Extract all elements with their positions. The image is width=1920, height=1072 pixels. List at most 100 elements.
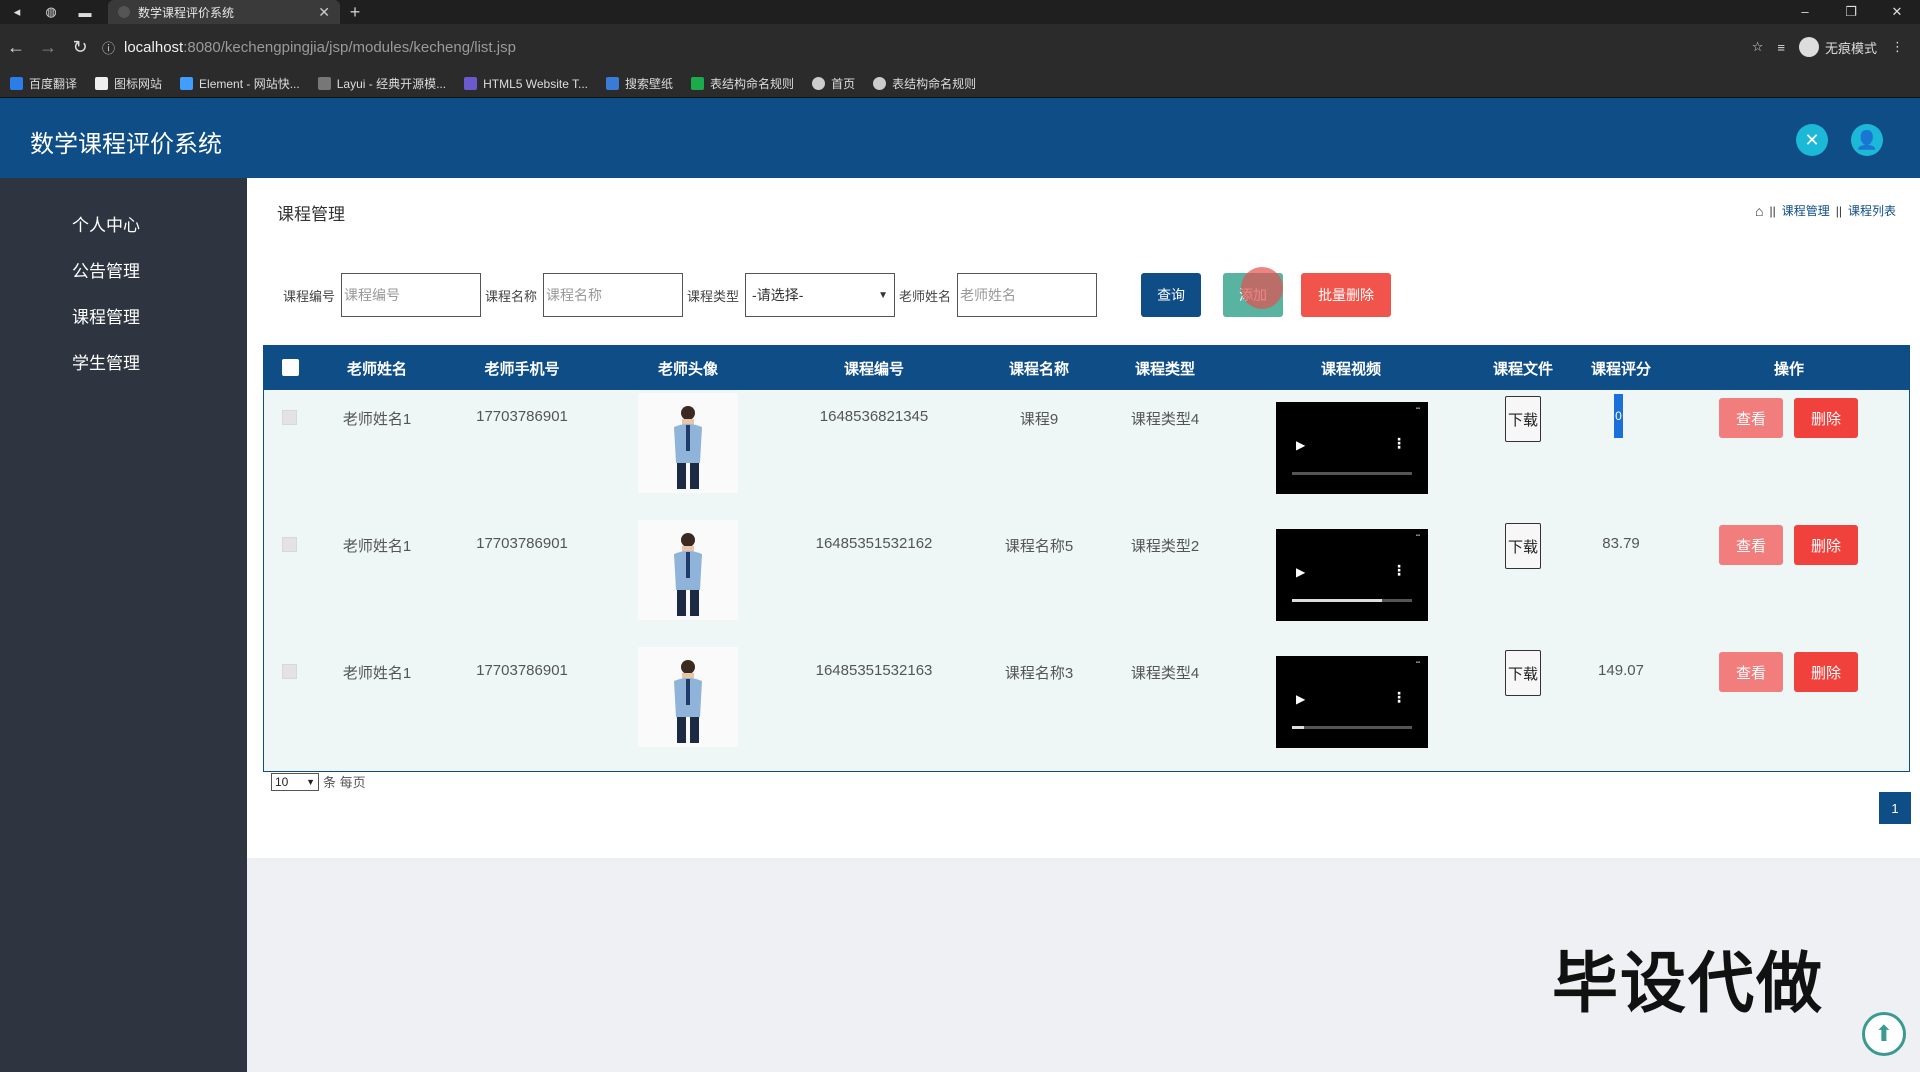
breadcrumb-item[interactable]: 课程管理 <box>1782 202 1830 219</box>
video-progress-bar[interactable] <box>1292 599 1412 602</box>
view-button[interactable]: 查看 <box>1719 398 1783 438</box>
sidebar-item-course-management[interactable]: 课程管理 <box>72 303 140 328</box>
element-icon <box>180 77 194 90</box>
table-row: 老师姓名1 17703786901 16485351532163 课程名称3 课… <box>264 644 1909 771</box>
teacher-name-cell: 老师姓名1 <box>342 411 412 428</box>
video-menu-icon[interactable]: ⋮ <box>1392 690 1406 704</box>
play-icon[interactable]: ▶ <box>1296 692 1305 706</box>
video-menu-icon[interactable]: ⋮ <box>1392 436 1406 450</box>
teacher-name-cell: 老师姓名1 <box>342 665 412 682</box>
video-status-icon: ▪▪ <box>1415 533 1420 539</box>
view-button[interactable]: 查看 <box>1719 525 1783 565</box>
page-size-control: 10 ▼ 条 每页 <box>271 772 366 791</box>
profile-label: 无痕模式 <box>1824 40 1877 56</box>
teacher-photo-icon <box>674 406 702 489</box>
layui-icon <box>317 77 331 90</box>
teacher-avatar <box>638 647 738 747</box>
home-icon[interactable]: ⌂ <box>1755 203 1763 219</box>
view-button[interactable]: 查看 <box>1719 652 1783 692</box>
site-info-icon[interactable]: ⓘ <box>102 38 124 57</box>
globe-icon <box>812 77 826 90</box>
delete-button[interactable]: 删除 <box>1794 525 1858 565</box>
column-header: 老师姓名 <box>346 361 408 378</box>
fullscreen-toggle-icon[interactable]: ✕ <box>1796 124 1828 156</box>
bookmark-item[interactable]: 表结构命名规则 <box>691 75 794 92</box>
breadcrumb: ⌂ || 课程管理 || 课程列表 <box>1755 202 1896 219</box>
table-row: 老师姓名1 17703786901 16485351532162 课程名称5 课… <box>264 517 1909 644</box>
course-type-select[interactable]: -请选择- ▼ <box>745 273 896 317</box>
video-progress-bar[interactable] <box>1292 726 1412 729</box>
sidebar-item-student-management[interactable]: 学生管理 <box>72 349 140 374</box>
bookmark-item[interactable]: Element - 网站快... <box>180 75 300 92</box>
globe-icon[interactable]: ◍ <box>34 0 68 24</box>
course-name-cell: 课程名称5 <box>1004 538 1074 555</box>
download-button[interactable]: 下载 <box>1505 523 1541 569</box>
course-no-cell: 16485351532162 <box>815 535 933 552</box>
teacher-name-input[interactable]: 老师姓名 <box>957 273 1098 317</box>
flag-icon <box>95 77 109 90</box>
play-icon[interactable]: ▶ <box>1296 438 1305 452</box>
course-video-player[interactable]: ▪▪ ▶ ⋮ <box>1276 402 1428 494</box>
column-header: 课程类型 <box>1134 361 1196 378</box>
course-name-label: 课程名称 <box>485 288 538 304</box>
reload-icon[interactable]: ↻ <box>64 31 96 63</box>
column-header: 课程评分 <box>1590 361 1652 378</box>
course-name-input[interactable]: 课程名称 <box>543 273 684 317</box>
course-video-player[interactable]: ▪▪ ▶ ⋮ <box>1276 529 1428 621</box>
course-type-label: 课程类型 <box>687 288 740 304</box>
video-menu-icon[interactable]: ⋮ <box>1392 563 1406 577</box>
course-no-input[interactable]: 课程编号 <box>341 273 482 317</box>
menu-kebab-icon[interactable]: ⋮ <box>1891 39 1904 55</box>
teacher-avatar <box>638 520 738 620</box>
course-type-cell: 课程类型2 <box>1130 538 1200 555</box>
select-all-checkbox[interactable] <box>282 359 299 376</box>
user-icon[interactable]: 👤 <box>1851 124 1883 156</box>
teacher-photo-icon <box>674 660 702 743</box>
sidebar-item-notice-management[interactable]: 公告管理 <box>72 257 140 282</box>
download-button[interactable]: 下载 <box>1505 650 1541 696</box>
bookmark-item[interactable]: 表结构命名规则 <box>873 75 976 92</box>
profile-button[interactable]: 无痕模式 <box>1798 37 1877 57</box>
column-header: 老师头像 <box>657 361 719 378</box>
add-button[interactable]: 添加 <box>1223 267 1284 317</box>
bookmark-item[interactable]: HTML5 Website T... <box>464 77 588 91</box>
delete-button[interactable]: 删除 <box>1794 652 1858 692</box>
page-number-button[interactable]: 1 <box>1879 792 1911 824</box>
course-table: 老师姓名 老师手机号 老师头像 课程编号 课程名称 课程类型 课程视频 课程文件… <box>263 345 1910 772</box>
close-tab-icon[interactable]: ✕ <box>318 4 330 21</box>
sidebar-item-personal-center[interactable]: 个人中心 <box>72 211 140 236</box>
course-video-player[interactable]: ▪▪ ▶ ⋮ <box>1276 656 1428 748</box>
course-no-cell: 16485351532163 <box>815 662 933 679</box>
row-checkbox[interactable] <box>282 664 297 679</box>
back-icon[interactable]: ← <box>0 31 32 63</box>
forward-icon[interactable]: → <box>32 31 64 63</box>
query-button[interactable]: 查询 <box>1141 273 1202 317</box>
bookmark-item[interactable]: 搜索壁纸 <box>606 75 673 92</box>
new-tab-button[interactable]: + <box>340 2 370 23</box>
bookmark-item[interactable]: 百度翻译 <box>10 75 77 92</box>
bookmark-item[interactable]: 首页 <box>812 75 855 92</box>
teacher-phone-cell: 17703786901 <box>476 535 568 552</box>
wallpaper-icon <box>606 77 620 90</box>
scroll-to-top-icon[interactable]: ⬆ <box>1862 1012 1906 1056</box>
video-progress-bar[interactable] <box>1292 472 1412 475</box>
download-button[interactable]: 下载 <box>1505 396 1541 442</box>
restore-icon[interactable]: ❐ <box>1828 4 1874 20</box>
minimize-icon[interactable]: – <box>1782 4 1828 20</box>
column-header: 操作 <box>1773 361 1805 378</box>
close-window-icon[interactable]: ✕ <box>1874 4 1920 20</box>
bookmark-star-icon[interactable]: ☆ <box>1752 39 1764 55</box>
bookmark-item[interactable]: 图标网站 <box>95 75 162 92</box>
row-checkbox[interactable] <box>282 410 297 425</box>
batch-delete-button[interactable]: 批量删除 <box>1301 273 1392 317</box>
window-icon[interactable]: ▬ <box>68 0 102 24</box>
page-size-select[interactable]: 10 ▼ <box>271 772 319 791</box>
speaker-icon[interactable]: ◂ <box>0 0 34 24</box>
bookmark-item[interactable]: Layui - 经典开源模... <box>317 75 446 92</box>
row-checkbox[interactable] <box>282 537 297 552</box>
active-tab[interactable]: 数学课程评价系统 ✕ <box>108 0 340 24</box>
delete-button[interactable]: 删除 <box>1794 398 1858 438</box>
url-field[interactable]: ⓘ localhost:8080/kechengpingjia/jsp/modu… <box>102 32 1742 62</box>
reading-list-icon[interactable]: ≡ <box>1777 40 1785 55</box>
play-icon[interactable]: ▶ <box>1296 565 1305 579</box>
